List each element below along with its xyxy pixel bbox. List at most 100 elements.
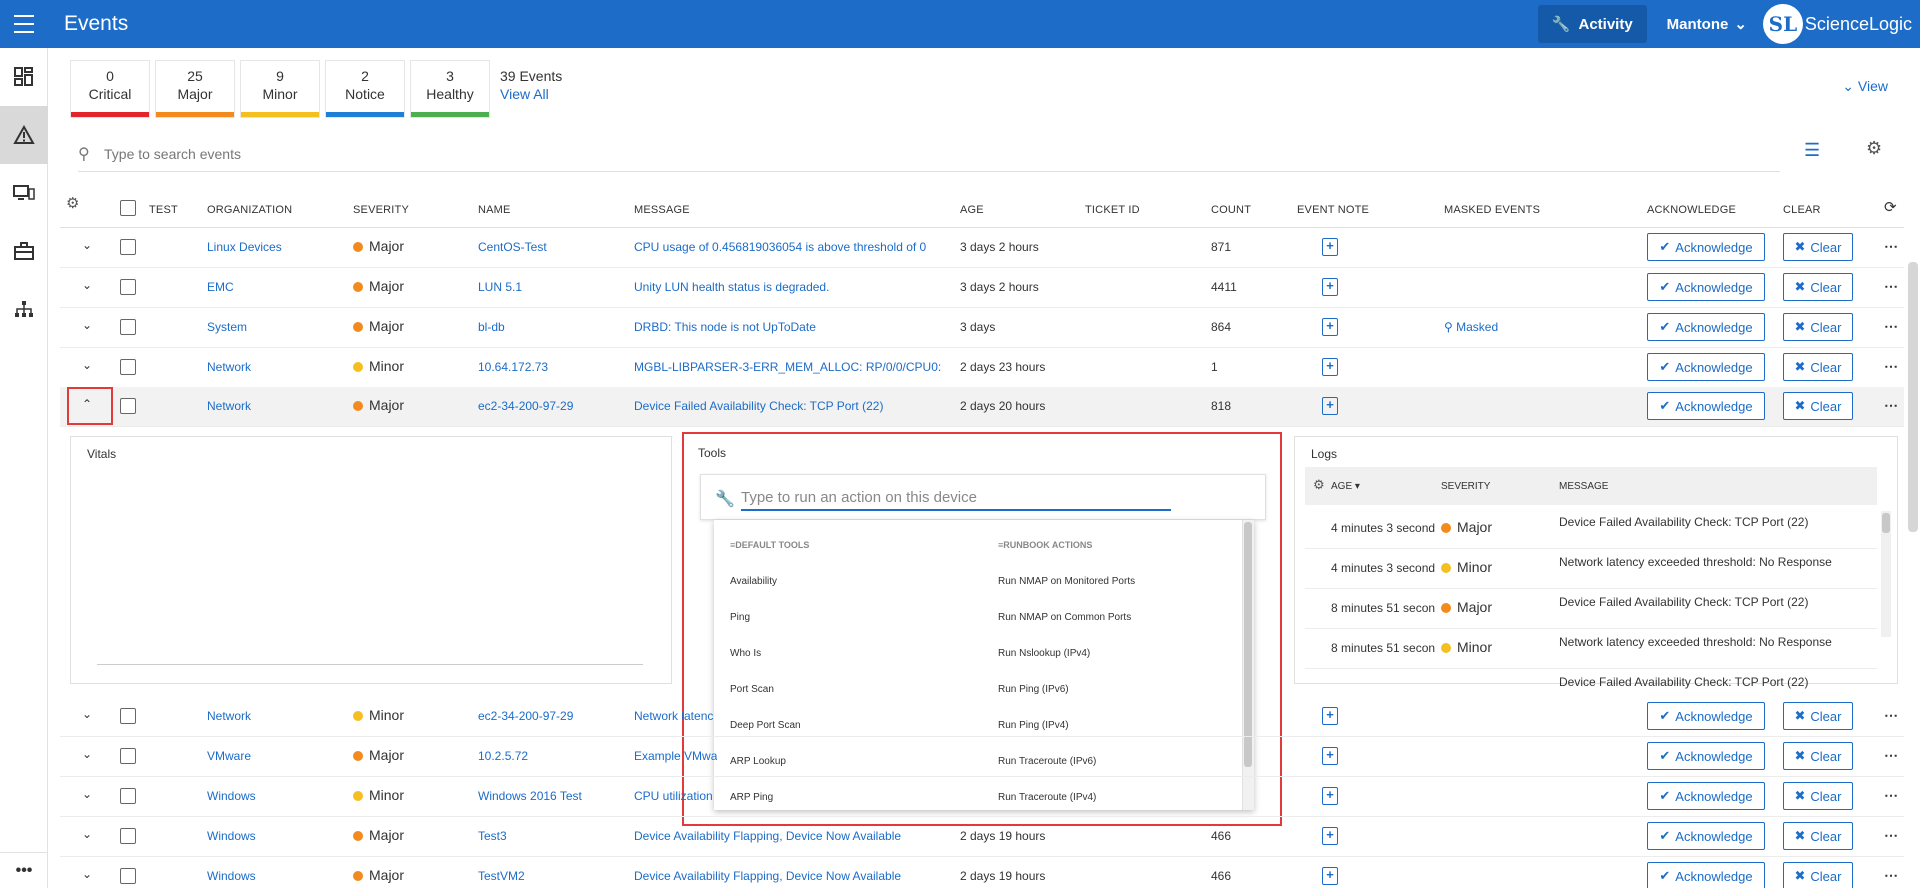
- col-age[interactable]: AGE: [960, 204, 984, 216]
- devices-icon[interactable]: [0, 164, 48, 222]
- row-checkbox[interactable]: [120, 828, 136, 844]
- row-more-icon[interactable]: ⋯: [1884, 238, 1898, 255]
- clear-button[interactable]: ✖ Clear: [1783, 353, 1853, 381]
- row-organization[interactable]: Network: [207, 709, 251, 723]
- clear-button[interactable]: ✖ Clear: [1783, 862, 1853, 888]
- row-organization[interactable]: Windows: [207, 829, 256, 843]
- chevron-down-icon[interactable]: ⌄: [82, 827, 92, 841]
- row-message[interactable]: DRBD: This node is not UpToDate: [634, 320, 816, 334]
- col-acknowledge[interactable]: ACKNOWLEDGE: [1647, 204, 1736, 216]
- col-test[interactable]: TEST: [149, 204, 178, 216]
- logs-scrollbar[interactable]: [1881, 511, 1891, 637]
- row-message[interactable]: Device Failed Availability Check: TCP Po…: [634, 399, 883, 413]
- event-note-icon[interactable]: +: [1322, 278, 1338, 296]
- acknowledge-button[interactable]: ✔ Acknowledge: [1647, 702, 1765, 730]
- masked-events-link[interactable]: ⚲ Masked: [1444, 320, 1498, 334]
- gear-icon[interactable]: ⚙: [1866, 138, 1882, 159]
- select-all-checkbox[interactable]: [120, 200, 136, 216]
- acknowledge-button[interactable]: ✔ Acknowledge: [1647, 273, 1765, 301]
- row-organization[interactable]: Linux Devices: [207, 240, 282, 254]
- logs-col-age[interactable]: AGE ▾: [1331, 481, 1360, 492]
- row-name[interactable]: TestVM2: [478, 869, 525, 883]
- severity-minor[interactable]: 9 Minor: [240, 60, 320, 118]
- row-checkbox[interactable]: [120, 748, 136, 764]
- row-name[interactable]: ec2-34-200-97-29: [478, 399, 573, 413]
- severity-major[interactable]: 25 Major: [155, 60, 235, 118]
- col-message[interactable]: MESSAGE: [634, 204, 690, 216]
- clear-button[interactable]: ✖ Clear: [1783, 822, 1853, 850]
- row-more-icon[interactable]: ⋯: [1884, 787, 1898, 804]
- row-more-icon[interactable]: ⋯: [1884, 867, 1898, 884]
- event-note-icon[interactable]: +: [1322, 867, 1338, 885]
- event-note-icon[interactable]: +: [1322, 707, 1338, 725]
- logs-col-severity[interactable]: SEVERITY: [1441, 481, 1490, 492]
- logs-col-message[interactable]: MESSAGE: [1559, 481, 1608, 492]
- row-organization[interactable]: Network: [207, 399, 251, 413]
- col-organization[interactable]: ORGANIZATION: [207, 204, 292, 216]
- row-name[interactable]: CentOS-Test: [478, 240, 547, 254]
- view-all-link[interactable]: View All: [500, 86, 562, 102]
- row-checkbox[interactable]: [120, 319, 136, 335]
- row-organization[interactable]: Windows: [207, 869, 256, 883]
- chevron-down-icon[interactable]: ⌄: [82, 318, 92, 332]
- event-note-icon[interactable]: +: [1322, 238, 1338, 256]
- toolbox-icon[interactable]: [0, 222, 48, 280]
- col-event-note[interactable]: EVENT NOTE: [1297, 204, 1369, 216]
- row-message[interactable]: Device Availability Flapping, Device Now…: [634, 829, 901, 843]
- chevron-down-icon[interactable]: ⌄: [82, 358, 92, 372]
- clear-button[interactable]: ✖ Clear: [1783, 702, 1853, 730]
- list-view-icon[interactable]: ☰: [1804, 140, 1820, 161]
- row-name[interactable]: 10.2.5.72: [478, 749, 528, 763]
- event-note-icon[interactable]: +: [1322, 827, 1338, 845]
- row-more-icon[interactable]: ⋯: [1884, 747, 1898, 764]
- clear-button[interactable]: ✖ Clear: [1783, 273, 1853, 301]
- row-message[interactable]: Network latenc: [634, 709, 713, 723]
- row-organization[interactable]: EMC: [207, 280, 234, 294]
- row-more-icon[interactable]: ⋯: [1884, 707, 1898, 724]
- col-clear[interactable]: CLEAR: [1783, 204, 1821, 216]
- row-organization[interactable]: Windows: [207, 789, 256, 803]
- row-more-icon[interactable]: ⋯: [1884, 358, 1898, 375]
- event-note-icon[interactable]: +: [1322, 358, 1338, 376]
- view-toggle[interactable]: ⌄ View: [1842, 78, 1888, 95]
- row-checkbox[interactable]: [120, 239, 136, 255]
- row-checkbox[interactable]: [120, 708, 136, 724]
- row-message[interactable]: Example VMwa: [634, 749, 717, 763]
- row-name[interactable]: Windows 2016 Test: [478, 789, 582, 803]
- acknowledge-button[interactable]: ✔ Acknowledge: [1647, 862, 1765, 888]
- row-name[interactable]: ec2-34-200-97-29: [478, 709, 573, 723]
- acknowledge-button[interactable]: ✔ Acknowledge: [1647, 392, 1765, 420]
- row-checkbox[interactable]: [120, 398, 136, 414]
- chevron-down-icon[interactable]: ⌄: [82, 867, 92, 881]
- clear-button[interactable]: ✖ Clear: [1783, 313, 1853, 341]
- row-checkbox[interactable]: [120, 359, 136, 375]
- clear-button[interactable]: ✖ Clear: [1783, 782, 1853, 810]
- severity-notice[interactable]: 2 Notice: [325, 60, 405, 118]
- chevron-down-icon[interactable]: ⌄: [82, 278, 92, 292]
- col-severity[interactable]: SEVERITY: [353, 204, 409, 216]
- acknowledge-button[interactable]: ✔ Acknowledge: [1647, 822, 1765, 850]
- page-scrollbar[interactable]: [1908, 262, 1918, 532]
- search-input[interactable]: [104, 145, 704, 162]
- chevron-down-icon[interactable]: ⌄: [82, 787, 92, 801]
- col-masked-events[interactable]: MASKED EVENTS: [1444, 204, 1540, 216]
- event-note-icon[interactable]: +: [1322, 787, 1338, 805]
- row-organization[interactable]: System: [207, 320, 247, 334]
- refresh-icon[interactable]: ⟳: [1884, 198, 1897, 216]
- topology-icon[interactable]: [0, 280, 48, 338]
- row-more-icon[interactable]: ⋯: [1884, 397, 1898, 414]
- chevron-down-icon[interactable]: ⌄: [82, 707, 92, 721]
- row-message[interactable]: CPU utilization: [634, 789, 713, 803]
- event-note-icon[interactable]: +: [1322, 747, 1338, 765]
- row-name[interactable]: Test3: [478, 829, 507, 843]
- activity-button[interactable]: 🔧 Activity: [1537, 5, 1647, 43]
- logs-settings-icon[interactable]: ⚙: [1313, 477, 1325, 493]
- dashboard-icon[interactable]: [0, 48, 48, 106]
- severity-healthy[interactable]: 3 Healthy: [410, 60, 490, 118]
- severity-critical[interactable]: 0 Critical: [70, 60, 150, 118]
- row-message[interactable]: CPU usage of 0.456819036054 is above thr…: [634, 240, 926, 254]
- col-name[interactable]: NAME: [478, 204, 511, 216]
- row-organization[interactable]: Network: [207, 360, 251, 374]
- row-checkbox[interactable]: [120, 868, 136, 884]
- row-checkbox[interactable]: [120, 279, 136, 295]
